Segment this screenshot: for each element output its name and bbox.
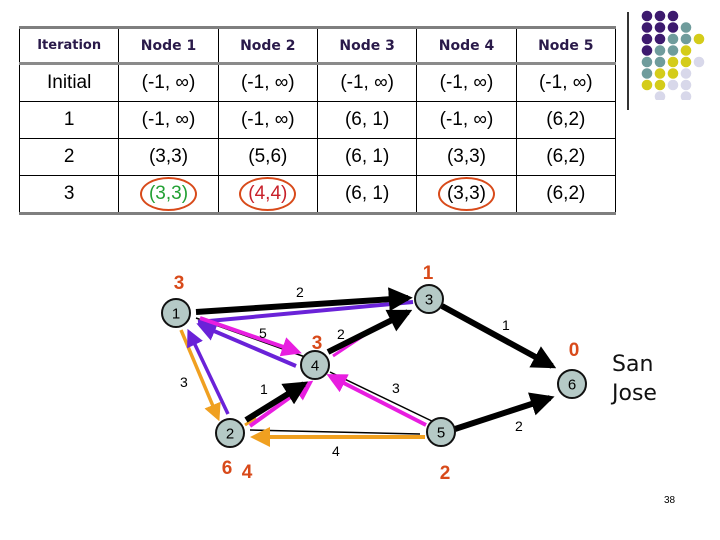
distance-label-node-5: 2 — [440, 463, 451, 484]
node-4: 4 — [300, 350, 330, 380]
node-3: 3 — [414, 284, 444, 314]
distance-label-node-6: 0 — [569, 340, 580, 361]
slide-number: 38 — [664, 495, 676, 506]
edge-weight-1-2: 3 — [180, 374, 188, 390]
distance-label-node-2-new: 4 — [242, 462, 253, 483]
black-edge-2-4 — [244, 381, 309, 423]
edge-weight-4-3: 2 — [337, 326, 345, 342]
black-edge-3-6 — [440, 303, 557, 369]
magenta-edge-2-4 — [248, 380, 314, 428]
edge-weight-5-6: 2 — [515, 418, 523, 434]
node-1: 1 — [161, 298, 191, 328]
node-2: 2 — [215, 418, 245, 448]
destination-label-line-2: Jose — [612, 381, 657, 406]
edge-weight-1-4: 5 — [259, 325, 267, 341]
node-6-label: 6 — [568, 377, 576, 394]
magenta-edge-5-4 — [326, 374, 427, 427]
distance-label-node-1: 3 — [174, 273, 185, 294]
node-5: 5 — [426, 417, 456, 447]
node-5-label: 5 — [437, 425, 445, 442]
node-1-label: 1 — [172, 306, 180, 323]
distance-label-node-4: 3 — [312, 333, 323, 354]
edge-weight-2-4: 1 — [260, 381, 268, 397]
distance-label-node-3: 1 — [423, 263, 434, 284]
node-4-label: 4 — [311, 358, 319, 375]
distance-label-node-2-old: 6 — [222, 458, 233, 479]
destination-label: San Jose — [612, 350, 657, 408]
edge-weight-4-5: 3 — [392, 380, 400, 396]
destination-label-line-1: San — [612, 352, 654, 377]
edge-weight-3-6: 1 — [502, 317, 510, 333]
graph-diagram: 2 5 3 1 2 3 4 1 2 1 2 3 4 5 6 3 6 4 1 3 … — [161, 263, 587, 484]
edge-5-2 — [249, 429, 421, 435]
purple-edge-2-1 — [187, 328, 230, 415]
edge-weight-5-2: 4 — [332, 443, 340, 459]
edge-4-5 — [329, 371, 439, 425]
black-edge-5-6 — [454, 392, 555, 432]
node-6: 6 — [557, 369, 587, 399]
node-3-label: 3 — [425, 292, 433, 309]
edge-weight-1-3: 2 — [296, 284, 304, 300]
node-2-label: 2 — [226, 426, 234, 443]
